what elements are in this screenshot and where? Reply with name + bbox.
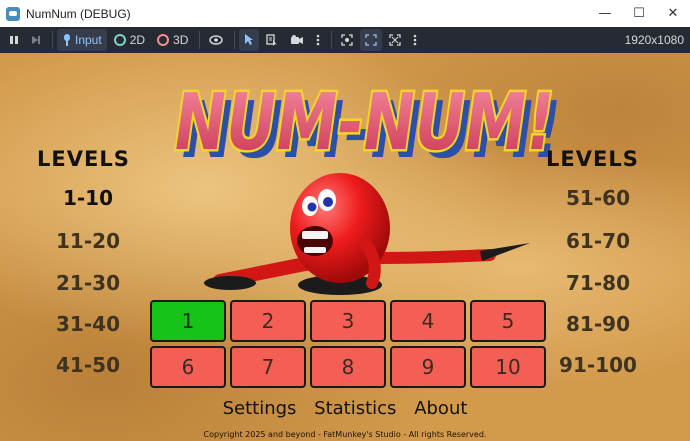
mode-2d-label: 2D bbox=[129, 33, 146, 47]
statistics-link[interactable]: Statistics bbox=[314, 398, 396, 419]
game-viewport: NUM-NUM! NUM-NUM! LEVELS LEVELS 1-10 11-… bbox=[0, 53, 690, 441]
pause-icon bbox=[10, 36, 18, 44]
embed-icon bbox=[365, 34, 378, 46]
list-select-icon bbox=[266, 34, 278, 46]
mode-2d-button[interactable]: 2D bbox=[109, 29, 150, 51]
levels-heading-right: LEVELS bbox=[546, 147, 639, 171]
level-button-4[interactable]: 4 bbox=[390, 300, 466, 342]
mode-3d-button[interactable]: 3D bbox=[152, 29, 193, 51]
window-controls: — ☐ ✕ bbox=[588, 0, 690, 27]
window-title-bar: NumNum (DEBUG) — ☐ ✕ bbox=[0, 0, 690, 27]
level-range-1-10[interactable]: 1-10 bbox=[33, 186, 143, 210]
expand-icon bbox=[389, 34, 402, 46]
level-range-21-30[interactable]: 21-30 bbox=[33, 271, 143, 295]
svg-text:NUM-NUM!: NUM-NUM! bbox=[168, 77, 560, 168]
mode-3d-label: 3D bbox=[173, 33, 189, 47]
kebab-menu-icon bbox=[414, 34, 417, 46]
cursor-icon bbox=[245, 34, 254, 45]
level-button-2[interactable]: 2 bbox=[230, 300, 306, 342]
level-range-51-60[interactable]: 51-60 bbox=[543, 186, 653, 210]
level-button-3[interactable]: 3 bbox=[310, 300, 386, 342]
2d-node-icon bbox=[113, 34, 126, 46]
eye-icon bbox=[209, 35, 224, 45]
settings-link[interactable]: Settings bbox=[223, 398, 297, 419]
level-button-7[interactable]: 7 bbox=[230, 346, 306, 388]
level-button-6[interactable]: 6 bbox=[150, 346, 226, 388]
level-range-31-40[interactable]: 31-40 bbox=[33, 312, 143, 336]
main-menu: Settings Statistics About bbox=[0, 398, 690, 419]
fullscreen-button[interactable] bbox=[384, 29, 406, 51]
camera-icon bbox=[291, 35, 304, 44]
resolution-label: 1920x1080 bbox=[624, 33, 684, 47]
close-button[interactable]: ✕ bbox=[656, 0, 690, 27]
select-tool-button[interactable] bbox=[239, 29, 260, 51]
camera-override-button[interactable] bbox=[285, 29, 309, 51]
app-icon bbox=[6, 6, 20, 21]
level-button-10[interactable]: 10 bbox=[470, 346, 546, 388]
game-options-button[interactable] bbox=[408, 29, 422, 51]
input-mode-label: Input bbox=[75, 33, 102, 47]
3d-node-icon bbox=[157, 34, 170, 46]
window-title: NumNum (DEBUG) bbox=[26, 6, 131, 21]
more-options-button[interactable] bbox=[311, 29, 325, 51]
level-button-8[interactable]: 8 bbox=[310, 346, 386, 388]
next-frame-icon bbox=[32, 36, 40, 44]
level-range-71-80[interactable]: 71-80 bbox=[543, 271, 653, 295]
list-select-button[interactable] bbox=[261, 29, 283, 51]
levels-heading-left: LEVELS bbox=[37, 147, 130, 171]
copyright-notice: Copyright 2025 and beyond - FatMunkey's … bbox=[203, 430, 487, 439]
input-mode-button[interactable]: Input bbox=[57, 29, 107, 51]
kebab-menu-icon bbox=[317, 34, 320, 46]
toolbar-separator bbox=[52, 31, 53, 49]
toolbar-separator bbox=[331, 31, 333, 49]
level-button-5[interactable]: 5 bbox=[470, 300, 546, 342]
next-frame-button[interactable] bbox=[26, 29, 46, 51]
toolbar-separator bbox=[234, 31, 236, 49]
level-button-9[interactable]: 9 bbox=[390, 346, 466, 388]
minimize-button[interactable]: — bbox=[588, 0, 622, 27]
level-range-11-20[interactable]: 11-20 bbox=[33, 229, 143, 253]
level-range-81-90[interactable]: 81-90 bbox=[543, 312, 653, 336]
joypad-icon bbox=[64, 34, 70, 46]
embed-game-button[interactable] bbox=[360, 29, 383, 51]
level-button-1[interactable]: 1 bbox=[150, 300, 226, 342]
screenshot-icon bbox=[341, 34, 354, 46]
pause-button[interactable] bbox=[4, 29, 24, 51]
num-num-logo: NUM-NUM! NUM-NUM! bbox=[165, 75, 560, 173]
level-range-41-50[interactable]: 41-50 bbox=[33, 353, 143, 377]
screenshot-button[interactable] bbox=[336, 29, 358, 51]
level-range-91-100[interactable]: 91-100 bbox=[543, 353, 653, 377]
about-link[interactable]: About bbox=[414, 398, 467, 419]
level-button-grid: 1 2 3 4 5 6 7 8 9 10 bbox=[150, 300, 548, 388]
red-creature-mascot bbox=[204, 173, 530, 295]
toolbar-separator bbox=[199, 31, 201, 49]
level-range-61-70[interactable]: 61-70 bbox=[543, 229, 653, 253]
visibility-toggle-button[interactable] bbox=[204, 29, 228, 51]
maximize-button[interactable]: ☐ bbox=[622, 0, 656, 27]
debug-toolbar: Input 2D 3D 1920x1080 bbox=[0, 27, 690, 53]
